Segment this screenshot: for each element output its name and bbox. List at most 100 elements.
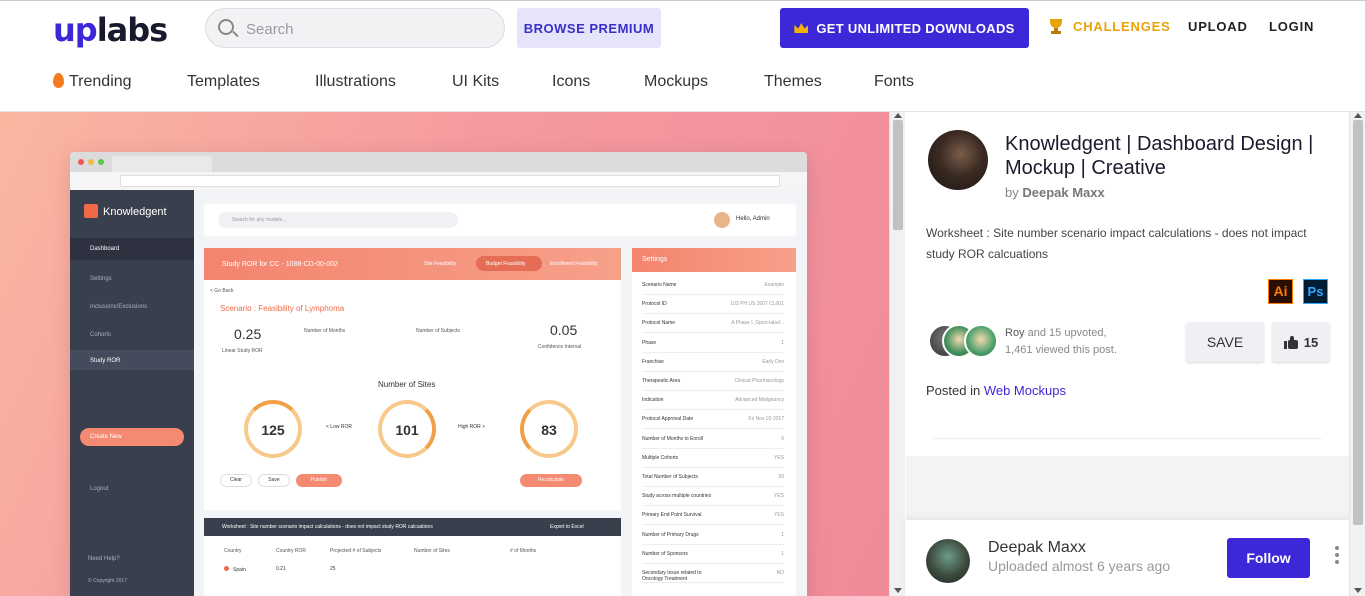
flame-icon xyxy=(53,73,64,88)
crown-icon xyxy=(794,23,809,33)
mock-search: Search for any models... xyxy=(218,212,458,228)
author-footer-bar: Deepak Maxx Uploaded almost 6 years ago … xyxy=(906,519,1349,596)
mock-setting-value: YES xyxy=(773,454,784,461)
mock-menu-settings: Settings xyxy=(90,276,112,282)
mock-setting-key: Primary End Point Survival xyxy=(642,512,702,519)
mock-setting-value: Example xyxy=(764,282,784,288)
shot-preview[interactable]: Knowledgent Dashboard Settings Inclusion… xyxy=(0,112,889,596)
category-ui-kits[interactable]: UI Kits xyxy=(452,73,499,91)
mock-gauge-3: 83 xyxy=(520,400,578,458)
scroll-down-icon[interactable] xyxy=(894,588,902,593)
mock-admin-avatar xyxy=(714,212,730,228)
mock-admin-label: Hello, Admin xyxy=(736,216,770,222)
upvote-button[interactable]: 15 xyxy=(1272,322,1330,362)
get-unlimited-downloads-button[interactable]: GET UNLIMITED DOWNLOADS xyxy=(780,8,1029,48)
mock-setting-value: 6 xyxy=(781,435,784,442)
knowledgent-logo: Knowledgent xyxy=(84,204,167,218)
maximize-dot-icon xyxy=(98,159,104,165)
category-themes[interactable]: Themes xyxy=(764,73,822,91)
mock-copyright: © Copyright 2017 xyxy=(88,578,127,584)
scroll-up-icon[interactable] xyxy=(1354,113,1362,118)
posted-in: Posted in Web Mockups xyxy=(926,383,1066,398)
author-avatar[interactable] xyxy=(928,130,988,190)
mock-setting-key: Protocol Name xyxy=(642,320,676,327)
category-fonts[interactable]: Fonts xyxy=(874,73,914,91)
mock-setting-value: Early Dev xyxy=(762,358,784,365)
footer-author-avatar[interactable] xyxy=(926,539,970,583)
mock-setting-value: NO xyxy=(776,570,785,576)
mock-study-card: Study ROR for CC - 1088-CD-00-002 Site F… xyxy=(204,248,621,510)
mock-settings-panel: Settings Scenario Name Example Protocol ID… xyxy=(632,248,796,596)
mock-setting-key: Number of Sponsors xyxy=(642,550,688,557)
challenges-link[interactable]: CHALLENGES xyxy=(1073,19,1171,34)
photoshop-icon: Ps xyxy=(1303,279,1328,304)
shot-author-line: by Deepak Maxx xyxy=(1005,185,1105,200)
mock-setting-value: 1 xyxy=(781,550,784,557)
trophy-icon xyxy=(1049,19,1063,35)
mock-setting-value: 1 xyxy=(781,339,784,346)
mock-main: Search for any models... Hello, Admin St… xyxy=(194,190,807,596)
footer-author-name[interactable]: Deepak Maxx xyxy=(988,539,1086,557)
category-icons[interactable]: Icons xyxy=(552,73,590,91)
mock-setting-value: 1 xyxy=(781,531,784,538)
mock-setting-value: Fri Nov 03 2017 xyxy=(748,416,784,423)
mock-browser-window: Knowledgent Dashboard Settings Inclusion… xyxy=(70,152,807,596)
mock-gauge-2: 101 xyxy=(378,400,436,458)
panel-scrollbar[interactable] xyxy=(1349,112,1365,596)
upvoter-avatar[interactable] xyxy=(964,324,998,358)
scroll-up-icon[interactable] xyxy=(894,113,902,118)
mock-setting-key: Franchise xyxy=(642,358,664,365)
mock-menu-dashboard: Dashboard xyxy=(90,246,120,252)
uplabs-logo[interactable]: uplabs xyxy=(53,11,168,49)
browse-premium-button[interactable]: BROWSE PREMIUM xyxy=(517,8,661,48)
search-box[interactable] xyxy=(205,8,505,48)
mock-need-help: Need Help? xyxy=(88,556,120,562)
shot-description: Worksheet : Site number scenario impact … xyxy=(926,226,1307,261)
mock-setting-key: Therapeutic Area xyxy=(642,378,681,384)
mock-logout: Logout xyxy=(90,486,109,492)
mock-setting-value: YES xyxy=(773,512,784,519)
top-header: uplabs BROWSE PREMIUM GET UNLIMITED DOWN… xyxy=(0,1,1365,112)
login-link[interactable]: LOGIN xyxy=(1269,19,1314,34)
illustrator-icon: Ai xyxy=(1268,279,1293,304)
mock-setting-value: 103 PH US 2007 CL001 xyxy=(730,301,784,308)
mock-create-new: Create New xyxy=(80,428,184,446)
mock-setting-value: A Phase I, Open-label... xyxy=(731,320,784,327)
more-options-icon[interactable] xyxy=(1335,546,1339,564)
mock-setting-key: Phase xyxy=(642,339,657,346)
search-icon xyxy=(218,19,234,35)
mock-sidebar: Knowledgent Dashboard Settings Inclusion… xyxy=(70,190,194,596)
search-input[interactable] xyxy=(246,18,486,40)
mock-setting-value: Clinical Pharmacology xyxy=(734,378,784,384)
mock-setting-value: YES xyxy=(773,493,784,500)
mock-menu-cohorts: Cohorts xyxy=(90,332,112,338)
category-trending[interactable]: Trending xyxy=(53,73,132,91)
author-link[interactable]: Deepak Maxx xyxy=(1022,185,1104,200)
mock-menu-inclusions: Inclusions/Exclusions xyxy=(90,304,148,310)
mock-setting-key: Protocol Approval Date xyxy=(642,416,694,423)
preview-scrollbar[interactable] xyxy=(889,112,905,596)
save-button[interactable]: SAVE xyxy=(1186,322,1264,362)
upvote-summary: Roy and 15 upvoted, 1,461 viewed this po… xyxy=(1005,327,1117,356)
mock-worksheet: Worksheet : Site number scenario impact … xyxy=(204,518,621,596)
mock-setting-key: Total Number of Subjects xyxy=(642,474,698,480)
shot-title: Knowledgent | Dashboard Design | Mockup … xyxy=(1005,133,1314,179)
upload-link[interactable]: UPLOAD xyxy=(1188,19,1248,34)
scroll-down-icon[interactable] xyxy=(1354,588,1362,593)
mock-setting-key: Number of Months to Enroll xyxy=(642,435,703,442)
category-templates[interactable]: Templates xyxy=(187,73,260,91)
follow-button[interactable]: Follow xyxy=(1227,538,1310,578)
upvoter-name[interactable]: Roy xyxy=(1005,327,1025,339)
mock-setting-key: Multiple Cohorts xyxy=(642,454,679,461)
mock-gauge-1: 125 xyxy=(244,400,302,458)
category-mockups[interactable]: Mockups xyxy=(644,73,708,91)
minimize-dot-icon xyxy=(88,159,94,165)
mock-setting-key: Scenario Name xyxy=(642,282,677,288)
thumbs-up-icon xyxy=(1283,335,1298,349)
mock-setting-key: Protocol ID xyxy=(642,301,667,308)
category-illustrations[interactable]: Illustrations xyxy=(315,73,396,91)
mock-menu-study-ror: Study ROR xyxy=(90,358,121,364)
upload-time: Uploaded almost 6 years ago xyxy=(988,558,1171,574)
mock-setting-key: Indication xyxy=(642,397,664,404)
category-link[interactable]: Web Mockups xyxy=(984,383,1066,398)
